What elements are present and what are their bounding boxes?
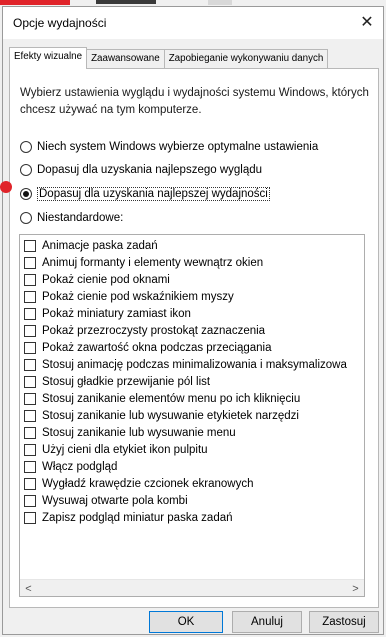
checkbox-label: Pokaż przezroczysty prostokąt zaznaczeni…: [42, 325, 266, 337]
title-bar: Opcje wydajności ✕: [3, 7, 383, 39]
scroll-right-icon[interactable]: >: [347, 580, 364, 596]
checkbox[interactable]: [24, 410, 36, 422]
annotation-dot: [0, 181, 12, 193]
list-item[interactable]: Użyj cieni dla etykiet ikon pulpitu: [24, 442, 208, 458]
checkbox-label: Pokaż cienie pod oknami: [42, 274, 170, 286]
checkbox[interactable]: [24, 291, 36, 303]
checkbox[interactable]: [24, 274, 36, 286]
list-item[interactable]: Pokaż cienie pod oknami: [24, 272, 170, 288]
checkbox-label: Animacje paska zadań: [42, 240, 158, 252]
checkbox-label: Stosuj zanikanie elementów menu po ich k…: [42, 393, 301, 405]
list-item[interactable]: Animuj formanty i elementy wewnątrz okie…: [24, 255, 263, 271]
list-item[interactable]: Stosuj gładkie przewijanie pól list: [24, 374, 210, 390]
radio-button[interactable]: [20, 164, 32, 176]
list-item[interactable]: Włącz podgląd: [24, 459, 117, 475]
description-text: Wybierz ustawienia wyglądu i wydajności …: [20, 87, 369, 116]
radio-button[interactable]: [20, 141, 32, 153]
checkbox-label: Włącz podgląd: [42, 461, 118, 473]
radio-custom[interactable]: Niestandardowe:: [20, 210, 123, 226]
cancel-button[interactable]: Anuluj: [232, 611, 302, 633]
list-item[interactable]: Pokaż zawartość okna podczas przeciągani…: [24, 340, 272, 356]
list-item[interactable]: Stosuj animację podczas minimalizowania …: [24, 357, 347, 373]
top-bar-fragment: [96, 0, 156, 4]
checkbox-label: Pokaż cienie pod wskaźnikiem myszy: [42, 291, 234, 303]
checkbox-label: Pokaż zawartość okna podczas przeciągani…: [42, 342, 272, 354]
tab-visual-effects[interactable]: Efekty wizualne: [9, 47, 88, 69]
scroll-left-icon[interactable]: <: [20, 580, 37, 596]
ok-button[interactable]: OK: [149, 611, 223, 633]
apply-button[interactable]: Zastosuj: [309, 611, 379, 633]
checkbox[interactable]: [24, 393, 36, 405]
checkbox[interactable]: [24, 376, 36, 388]
checkbox-label: Wysuwaj otwarte pola kombi: [42, 495, 188, 507]
horizontal-scrollbar[interactable]: < >: [20, 579, 364, 596]
close-icon: ✕: [360, 14, 374, 31]
radio-best-appearance[interactable]: Dopasuj dla uzyskania najlepszego wygląd…: [20, 162, 262, 178]
radio-button[interactable]: [20, 212, 32, 224]
list-item[interactable]: Stosuj zanikanie lub wysuwanie menu: [24, 425, 236, 441]
radio-label: Niech system Windows wybierze optymalne …: [37, 141, 319, 153]
list-item[interactable]: Stosuj zanikanie elementów menu po ich k…: [24, 391, 300, 407]
checkbox-label: Pokaż miniatury zamiast ikon: [42, 308, 191, 320]
checkbox-label: Animuj formanty i elementy wewnątrz okie…: [42, 257, 264, 269]
close-button[interactable]: ✕: [353, 9, 381, 35]
checkbox-label: Stosuj zanikanie lub wysuwanie etykietek…: [42, 410, 299, 422]
checkbox[interactable]: [24, 325, 36, 337]
checkbox[interactable]: [24, 495, 36, 507]
list-item[interactable]: Zapisz podgląd miniatur paska zadań: [24, 510, 233, 526]
radio-let-windows-choose[interactable]: Niech system Windows wybierze optymalne …: [20, 139, 318, 155]
tab-data-execution-prevention[interactable]: Zapobieganie wykonywaniu danych: [163, 49, 329, 69]
checkbox-label: Stosuj zanikanie lub wysuwanie menu: [42, 427, 236, 439]
checkbox[interactable]: [24, 342, 36, 354]
checkbox[interactable]: [24, 308, 36, 320]
tab-advanced[interactable]: Zaawansowane: [86, 49, 165, 69]
list-item[interactable]: Stosuj zanikanie lub wysuwanie etykietek…: [24, 408, 299, 424]
radio-label: Dopasuj dla uzyskania najlepszej wydajno…: [37, 187, 270, 201]
checkbox[interactable]: [24, 512, 36, 524]
list-item[interactable]: Wysuwaj otwarte pola kombi: [24, 493, 188, 509]
checkbox[interactable]: [24, 427, 36, 439]
checkbox[interactable]: [24, 359, 36, 371]
checkbox-label: Zapisz podgląd miniatur paska zadań: [42, 512, 233, 524]
checkbox[interactable]: [24, 461, 36, 473]
radio-label: Niestandardowe:: [37, 212, 124, 224]
checkbox[interactable]: [24, 444, 36, 456]
list-item[interactable]: Pokaż przezroczysty prostokąt zaznaczeni…: [24, 323, 265, 339]
checkbox[interactable]: [24, 240, 36, 252]
list-item[interactable]: Pokaż miniatury zamiast ikon: [24, 306, 191, 322]
list-item[interactable]: Wygładź krawędzie czcionek ekranowych: [24, 476, 253, 492]
radio-button-selected[interactable]: [20, 188, 32, 200]
visual-effects-list[interactable]: Animacje paska zadań Animuj formanty i e…: [19, 234, 365, 597]
checkbox-label: Stosuj gładkie przewijanie pól list: [42, 376, 211, 388]
checkbox-label: Stosuj animację podczas minimalizowania …: [42, 359, 347, 371]
list-item[interactable]: Animacje paska zadań: [24, 238, 158, 254]
top-bar-fragment-light: [208, 0, 232, 5]
checkbox[interactable]: [24, 257, 36, 269]
radio-best-performance[interactable]: Dopasuj dla uzyskania najlepszej wydajno…: [20, 186, 270, 202]
checkbox[interactable]: [24, 478, 36, 490]
list-item[interactable]: Pokaż cienie pod wskaźnikiem myszy: [24, 289, 234, 305]
window-title: Opcje wydajności: [13, 16, 107, 30]
red-marker: [0, 0, 70, 5]
checkbox-label: Użyj cieni dla etykiet ikon pulpitu: [42, 444, 208, 456]
performance-options-dialog: Opcje wydajności ✕ Efekty wizualne Zaawa…: [2, 6, 384, 635]
checkbox-label: Wygładź krawędzie czcionek ekranowych: [42, 478, 254, 490]
radio-label: Dopasuj dla uzyskania najlepszego wygląd…: [37, 164, 263, 176]
tab-strip: Efekty wizualne Zaawansowane Zapobiegani…: [9, 47, 329, 69]
